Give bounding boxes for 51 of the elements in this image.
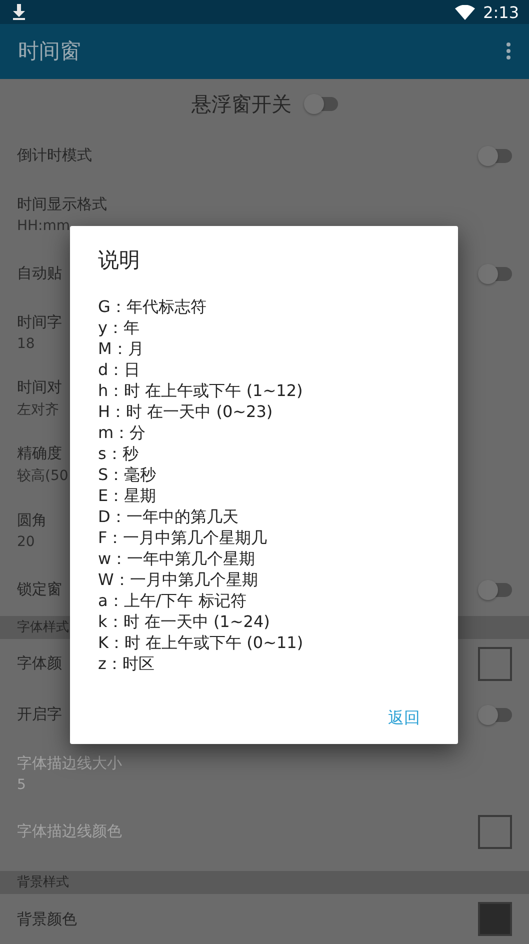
legend-line: D：一年中的第几天 [98,506,240,527]
back-button[interactable]: 返回 [380,702,428,735]
setting-value: 左对齐 [17,401,60,420]
legend-line: K：时 在上午或下午 (0~11) [98,632,304,653]
legend-line: s：秒 [98,443,140,464]
toggle-switch[interactable] [480,148,512,163]
setting-label: 背景颜色 [17,910,77,929]
setting-label: 字体描边线颜色 [17,822,122,842]
setting-value: 20 [17,534,36,550]
legend-line: d：日 [98,359,142,380]
legend-line: k：时 在一天中 (1~24) [98,611,271,632]
legend-line: y：年 [98,317,140,338]
setting-label: 时间显示格式 [17,195,107,214]
wifi-icon [455,4,476,20]
setting-label: 时间对 [17,378,62,398]
toggle-switch[interactable] [480,708,512,722]
setting-label: 圆角 [17,511,47,530]
legend-line: m：分 [98,422,147,443]
setting-label: 锁定窗 [17,580,62,600]
color-swatch[interactable] [478,902,512,936]
legend-line: W：一月中第几个星期 [98,569,259,590]
setting-value: 5 [17,777,27,794]
legend-line: h：时 在上午或下午 (1~12) [98,380,304,401]
setting-value: HH:mm [17,218,72,234]
legend-line: a：上午/下午 标记符 [98,590,248,611]
legend-line: G：年代标志符 [98,296,208,317]
setting-label: 倒计时模式 [17,146,92,166]
legend-line: H：时 在一天中 (0~23) [98,401,274,422]
download-icon [12,4,26,20]
toggle-switch[interactable] [480,582,512,597]
legend-line: S：毫秒 [98,464,158,485]
app-title: 时间窗 [18,38,81,66]
more-icon[interactable] [506,42,511,60]
setting-label: 精确度 [17,444,63,464]
toggle-switch[interactable] [480,266,512,281]
setting-label: 字体颜 [17,654,62,674]
setting-value: 18 [17,336,36,352]
toggle-switch[interactable] [306,97,338,112]
legend-line: E：星期 [98,485,158,506]
legend-line: M：月 [98,338,145,359]
setting-label: 开启字 [17,705,62,724]
setting-label: 自动贴 [17,264,62,284]
legend-line: z：时区 [98,653,156,674]
setting-value: 较高(50 [17,467,68,486]
switch-label: 悬浮窗开关 [192,90,292,118]
dialog-title: 说明 [98,247,141,274]
setting-label: 时间字 [17,313,62,332]
legend-line: F：一月中第几个星期几 [98,527,268,548]
color-swatch[interactable] [478,646,512,681]
status-time: 2:13 [483,2,519,22]
legend-line: w：一年中第几个星期 [98,548,256,569]
